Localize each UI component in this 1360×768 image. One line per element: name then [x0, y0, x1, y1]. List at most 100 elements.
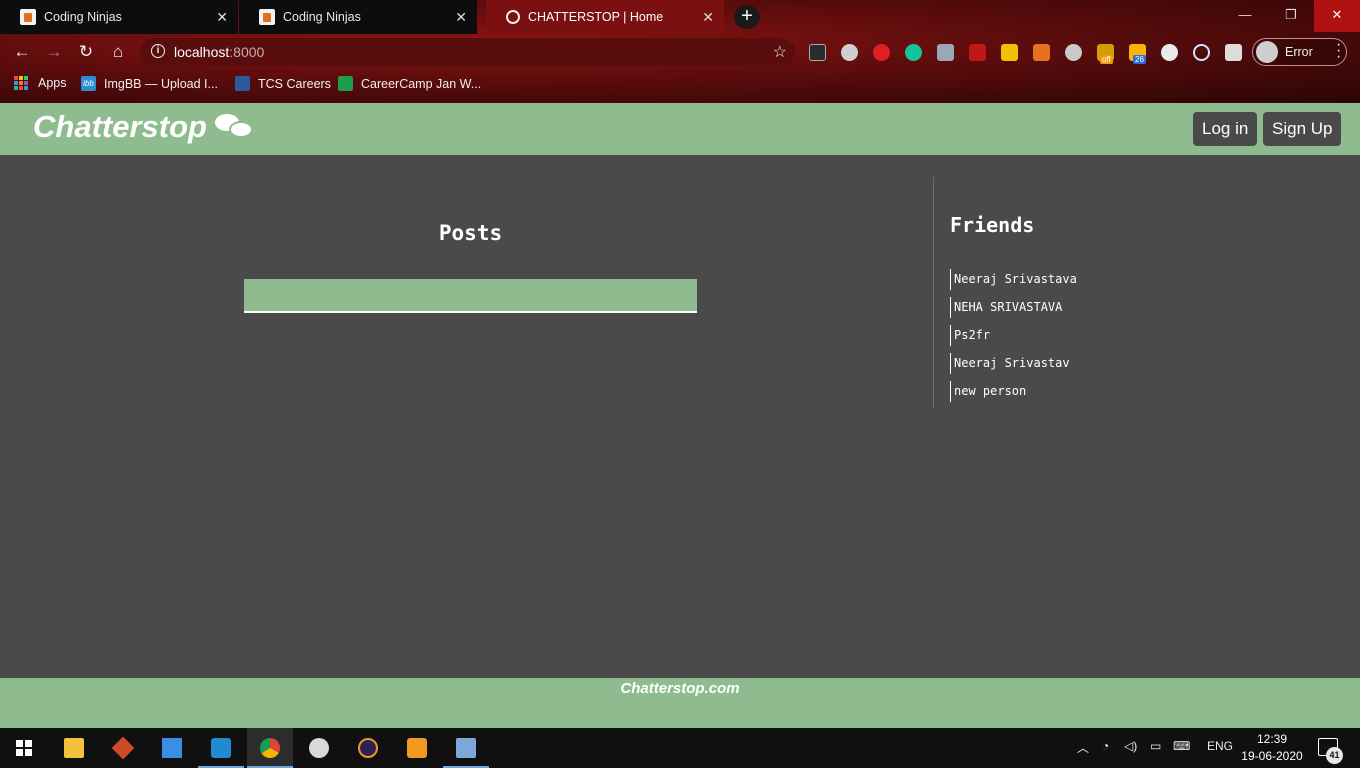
- profile-status: Error: [1285, 45, 1313, 59]
- friends-panel: Friends Neeraj Srivastava NEHA SRIVASTAV…: [933, 177, 1233, 408]
- login-button[interactable]: Log in: [1193, 112, 1258, 146]
- friends-heading: Friends: [950, 213, 1035, 237]
- tab-close-icon[interactable]: ✕: [216, 9, 228, 26]
- home-button[interactable]: ⌂: [106, 41, 130, 63]
- tab-chatterstop-home[interactable]: CHATTERSTOP | Home ✕: [486, 0, 724, 34]
- grammarly-extension-icon[interactable]: [905, 44, 922, 61]
- list-item: NEHA SRIVASTAVA: [950, 293, 1077, 321]
- tab-close-icon[interactable]: ✕: [455, 9, 467, 26]
- start-button[interactable]: [0, 728, 46, 768]
- react-devtools-icon[interactable]: [1193, 44, 1210, 61]
- footer-text: Chatterstop.com: [620, 680, 740, 697]
- friend-link[interactable]: NEHA SRIVASTAVA: [950, 296, 1062, 318]
- bookmark-tcs-careers[interactable]: TCS Careers: [235, 76, 331, 91]
- w-extension-icon[interactable]: [1001, 44, 1018, 61]
- bookmarks-bar: Apps ibb ImgBB — Upload I... TCS Careers…: [0, 70, 1360, 98]
- taskbar-vscode[interactable]: [198, 728, 244, 768]
- brand-logo-link[interactable]: Chatterstop: [33, 109, 255, 145]
- forward-button[interactable]: →: [42, 41, 66, 63]
- close-window-button[interactable]: ✕: [1314, 0, 1360, 32]
- bookmark-star-icon[interactable]: ☆: [773, 42, 787, 62]
- taskbar-chrome[interactable]: [247, 728, 293, 768]
- pdf-extension-icon[interactable]: [969, 44, 986, 61]
- gear-extension-icon[interactable]: [841, 44, 858, 61]
- avatar: [1256, 41, 1278, 63]
- bookmark-imgbb[interactable]: ibb ImgBB — Upload I...: [81, 76, 218, 91]
- list-item: new person: [950, 377, 1077, 405]
- coding-ninjas-favicon-icon: [20, 9, 36, 25]
- friend-list: Neeraj Srivastava NEHA SRIVASTAVA Ps2fr …: [950, 265, 1077, 405]
- site-header: Chatterstop Log in Sign Up: [0, 103, 1360, 155]
- compass-extension-icon[interactable]: [1065, 44, 1082, 61]
- pen-extension-icon[interactable]: [809, 44, 826, 61]
- taskbar-control-panel[interactable]: [149, 728, 195, 768]
- posts-feed-container: [244, 279, 697, 313]
- coding-ninjas-favicon-icon: [259, 9, 275, 25]
- taskbar-file-explorer[interactable]: [51, 728, 97, 768]
- show-hidden-icons-icon[interactable]: ︿: [1077, 739, 1089, 756]
- careercamp-icon: [338, 76, 353, 91]
- notification-count-badge: 41: [1326, 747, 1343, 764]
- photos-icon: [456, 738, 476, 758]
- taskbar-photos[interactable]: [443, 728, 489, 768]
- browser-toolbar: ← → ↻ ⌂ i localhost:8000 ☆ off 26 Error …: [0, 34, 1360, 70]
- apps-grid-icon: [14, 76, 28, 90]
- tab-coding-ninjas-2[interactable]: Coding Ninjas ✕: [239, 0, 477, 34]
- language-indicator[interactable]: ENG: [1207, 739, 1233, 753]
- tata-icon: [235, 76, 250, 91]
- git-icon: [111, 736, 135, 760]
- fox-extension-icon[interactable]: [1033, 44, 1050, 61]
- keyboard-icon[interactable]: ⌨: [1173, 739, 1190, 753]
- taskbar-git[interactable]: [100, 728, 146, 768]
- minimize-button[interactable]: —: [1222, 0, 1268, 32]
- tab-title: Coding Ninjas: [44, 10, 122, 24]
- address-url[interactable]: localhost:8000: [174, 44, 264, 60]
- face-extension-icon[interactable]: [1161, 44, 1178, 61]
- system-clock[interactable]: 12:39 19-06-2020: [1240, 731, 1304, 765]
- chrome-icon: [260, 738, 280, 758]
- shield-extension-icon[interactable]: [937, 44, 954, 61]
- signup-button[interactable]: Sign Up: [1263, 112, 1342, 146]
- taskbar-paint[interactable]: [296, 728, 342, 768]
- puzzle-extensions-icon[interactable]: [1225, 44, 1242, 61]
- friend-link[interactable]: Neeraj Srivastav: [950, 352, 1070, 374]
- vscode-icon: [211, 738, 231, 758]
- new-tab-button[interactable]: +: [734, 5, 760, 29]
- reload-button[interactable]: ↻: [74, 41, 98, 63]
- count-badge: 26: [1133, 55, 1146, 64]
- back-button[interactable]: ←: [10, 41, 34, 63]
- site-info-icon[interactable]: i: [151, 44, 165, 58]
- volume-icon[interactable]: ◁): [1124, 739, 1137, 753]
- list-item: Neeraj Srivastava: [950, 265, 1077, 293]
- site-footer: Chatterstop.com: [0, 678, 1360, 728]
- tab-title: CHATTERSTOP | Home: [528, 10, 664, 24]
- battery-icon[interactable]: ▭: [1150, 739, 1161, 753]
- main-content: Posts Friends Neeraj Srivastava NEHA SRI…: [0, 155, 1360, 678]
- clock-time: 12:39: [1256, 732, 1288, 746]
- off-badge: off: [1100, 55, 1113, 64]
- list-item: Neeraj Srivastav: [950, 349, 1077, 377]
- posts-heading: Posts: [438, 221, 503, 245]
- bookmark-apps[interactable]: Apps: [14, 76, 67, 90]
- tab-strip: Coding Ninjas ✕ Coding Ninjas ✕ CHATTERS…: [0, 0, 1360, 34]
- list-item: Ps2fr: [950, 321, 1077, 349]
- tab-title: Coding Ninjas: [283, 10, 361, 24]
- eclipse-icon: [358, 738, 378, 758]
- friend-link[interactable]: new person: [950, 380, 1026, 402]
- taskbar-eclipse[interactable]: [345, 728, 391, 768]
- wifi-icon[interactable]: ◔: [1102, 739, 1109, 753]
- taskbar-sublime[interactable]: [394, 728, 440, 768]
- chat-bubbles-icon: [214, 110, 255, 144]
- bookmark-careercamp[interactable]: CareerCamp Jan W...: [338, 76, 481, 91]
- friend-link[interactable]: Neeraj Srivastava: [950, 268, 1077, 290]
- restore-button[interactable]: ❐: [1268, 0, 1314, 32]
- friend-link[interactable]: Ps2fr: [950, 324, 990, 346]
- adblock-extension-icon[interactable]: [873, 44, 890, 61]
- tab-close-icon[interactable]: ✕: [702, 9, 714, 26]
- browser-menu-icon[interactable]: · · ·: [1336, 37, 1342, 65]
- profile-button[interactable]: Error: [1252, 38, 1347, 66]
- address-bar[interactable]: i localhost:8000 ☆: [140, 38, 795, 66]
- tab-coding-ninjas-1[interactable]: Coding Ninjas ✕: [0, 0, 238, 34]
- brand-name: Chatterstop: [33, 109, 207, 144]
- windows-taskbar: ︿ ◔ ◁) ▭ ⌨ ENG 12:39 19-06-2020 41: [0, 728, 1360, 768]
